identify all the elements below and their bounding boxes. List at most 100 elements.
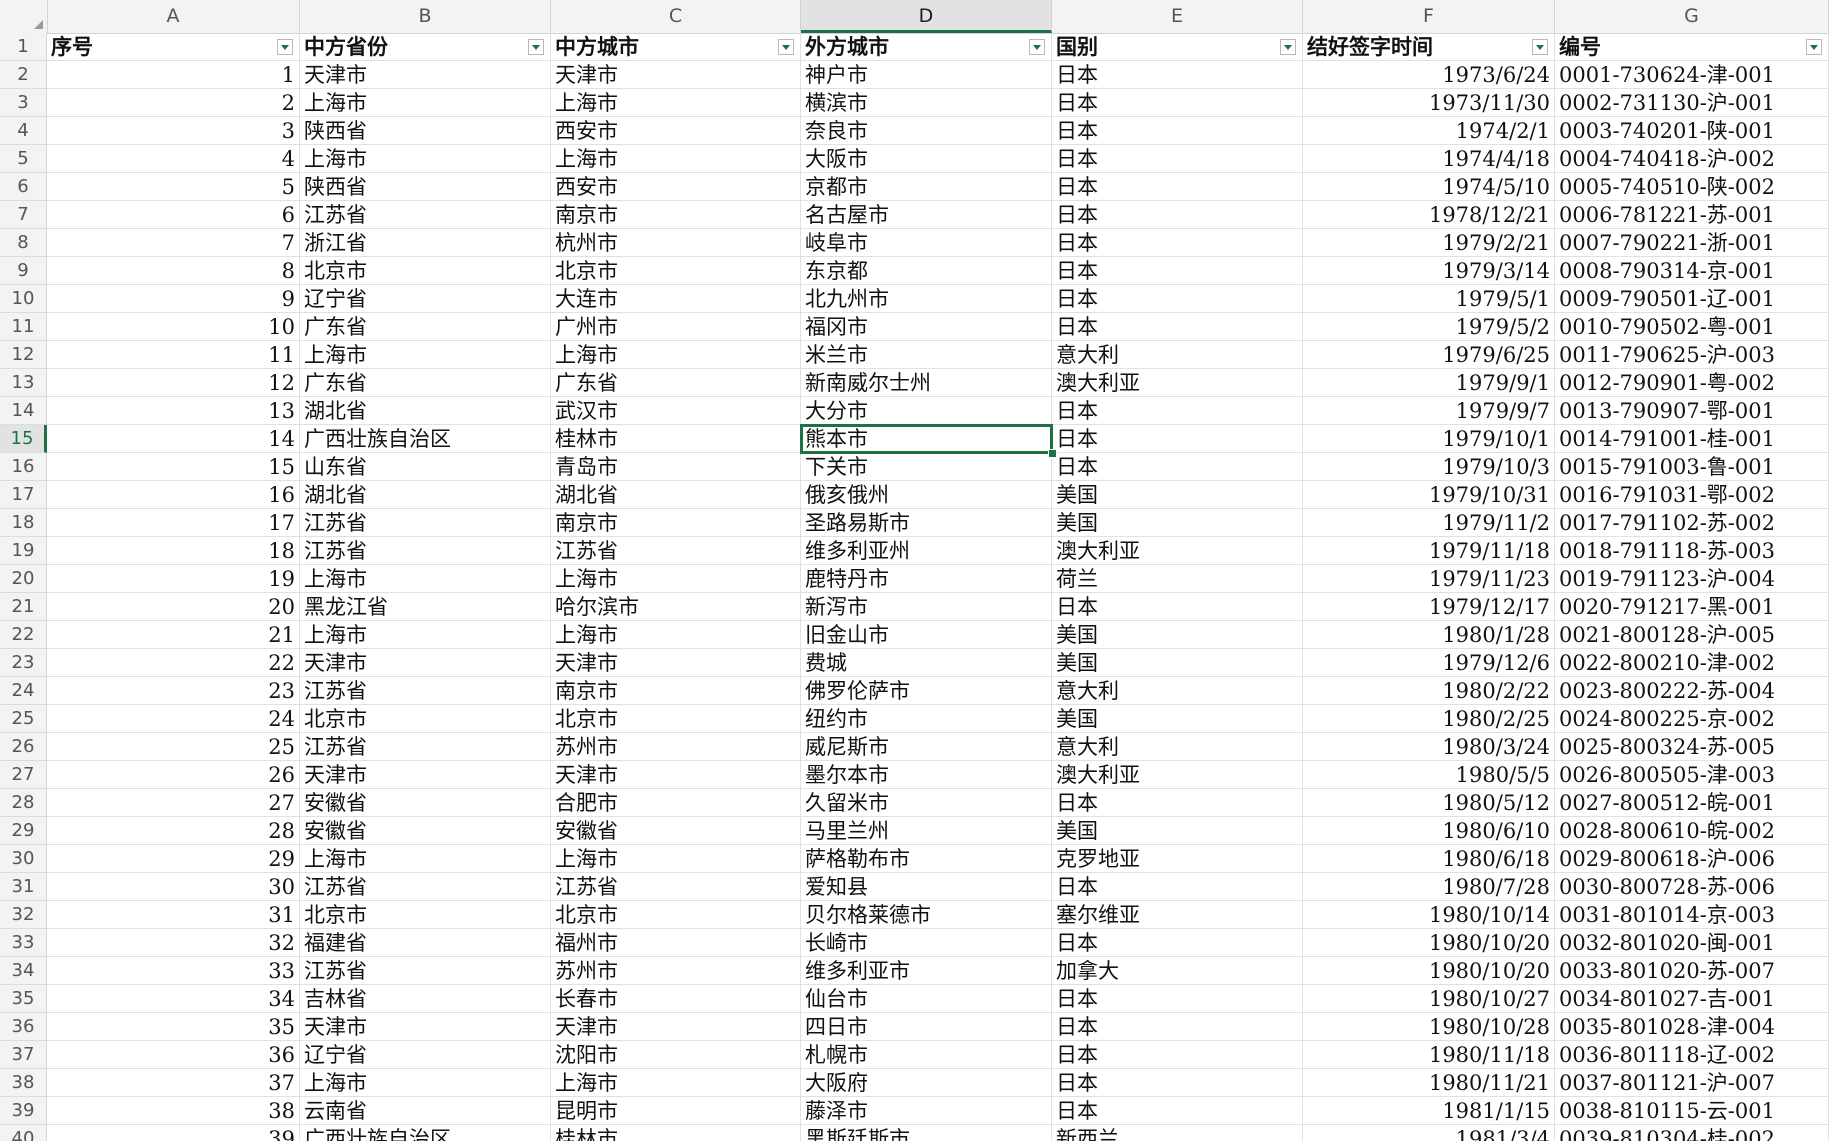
cell-cn-city[interactable]: 武汉市: [551, 397, 801, 425]
cell-seq[interactable]: 37: [47, 1069, 300, 1097]
cell-cn-city[interactable]: 安徽省: [551, 817, 801, 845]
cell-code[interactable]: 0038-810115-云-001: [1555, 1097, 1829, 1125]
cell-seq[interactable]: 18: [47, 537, 300, 565]
cell-province[interactable]: 湖北省: [300, 397, 551, 425]
cell-sign-date[interactable]: 1980/10/14: [1303, 901, 1555, 929]
cell-code[interactable]: 0039-810304-桂-002: [1555, 1125, 1829, 1141]
cell-country[interactable]: 新西兰: [1052, 1125, 1303, 1141]
cell-code[interactable]: 0007-790221-浙-001: [1555, 229, 1829, 257]
cell-sign-date[interactable]: 1979/11/2: [1303, 509, 1555, 537]
cell-code[interactable]: 0009-790501-辽-001: [1555, 285, 1829, 313]
cell-seq[interactable]: 38: [47, 1097, 300, 1125]
cell-foreign-city[interactable]: 新南威尔士州: [801, 369, 1052, 397]
cell-country[interactable]: 日本: [1052, 453, 1303, 481]
row-header-18[interactable]: 18: [0, 509, 47, 537]
cell-cn-city[interactable]: 昆明市: [551, 1097, 801, 1125]
row-header-23[interactable]: 23: [0, 649, 47, 677]
cell-province[interactable]: 江苏省: [300, 677, 551, 705]
cell-code[interactable]: 0013-790907-鄂-001: [1555, 397, 1829, 425]
cell-foreign-city[interactable]: 鹿特丹市: [801, 565, 1052, 593]
row-header-24[interactable]: 24: [0, 677, 47, 705]
cell-country[interactable]: 日本: [1052, 145, 1303, 173]
cell-country[interactable]: 澳大利亚: [1052, 369, 1303, 397]
cell-cn-city[interactable]: 天津市: [551, 1013, 801, 1041]
cell-province[interactable]: 安徽省: [300, 789, 551, 817]
row-header-35[interactable]: 35: [0, 985, 47, 1013]
cell-seq[interactable]: 30: [47, 873, 300, 901]
row-header-36[interactable]: 36: [0, 1013, 47, 1041]
cell-country[interactable]: 美国: [1052, 817, 1303, 845]
cell-province[interactable]: 广东省: [300, 369, 551, 397]
column-header-d[interactable]: D: [801, 0, 1052, 33]
cell-province[interactable]: 云南省: [300, 1097, 551, 1125]
cell-country[interactable]: 塞尔维亚: [1052, 901, 1303, 929]
cell-foreign-city[interactable]: 大阪府: [801, 1069, 1052, 1097]
cell-foreign-city[interactable]: 纽约市: [801, 705, 1052, 733]
cell-foreign-city[interactable]: 藤泽市: [801, 1097, 1052, 1125]
cell-foreign-city[interactable]: 费城: [801, 649, 1052, 677]
cell-country[interactable]: 日本: [1052, 1069, 1303, 1097]
row-header-22[interactable]: 22: [0, 621, 47, 649]
row-header-6[interactable]: 6: [0, 173, 47, 201]
cell-foreign-city[interactable]: 米兰市: [801, 341, 1052, 369]
spreadsheet-grid[interactable]: A B C D E F G 1 序号 中方省份 中方城市 外方城市 国别 结好签字时间 编号 2 1 天津市 天津市…: [0, 0, 1829, 1141]
cell-foreign-city[interactable]: 岐阜市: [801, 229, 1052, 257]
cell-country[interactable]: 日本: [1052, 61, 1303, 89]
cell-cn-city[interactable]: 上海市: [551, 1069, 801, 1097]
cell-foreign-city[interactable]: 四日市: [801, 1013, 1052, 1041]
cell-cn-city[interactable]: 苏州市: [551, 733, 801, 761]
cell-sign-date[interactable]: 1980/11/21: [1303, 1069, 1555, 1097]
cell-sign-date[interactable]: 1973/11/30: [1303, 89, 1555, 117]
filter-dropdown-icon[interactable]: [528, 39, 544, 55]
cell-province[interactable]: 辽宁省: [300, 285, 551, 313]
select-all-corner[interactable]: [0, 0, 48, 33]
cell-cn-city[interactable]: 上海市: [551, 621, 801, 649]
cell-province[interactable]: 辽宁省: [300, 1041, 551, 1069]
cell-code[interactable]: 0012-790901-粤-002: [1555, 369, 1829, 397]
cell-country[interactable]: 加拿大: [1052, 957, 1303, 985]
cell-sign-date[interactable]: 1979/12/17: [1303, 593, 1555, 621]
cell-foreign-city[interactable]: 奈良市: [801, 117, 1052, 145]
cell-sign-date[interactable]: 1981/3/4: [1303, 1125, 1555, 1141]
cell-seq[interactable]: 14: [47, 425, 300, 453]
cell-sign-date[interactable]: 1979/2/21: [1303, 229, 1555, 257]
cell-seq[interactable]: 39: [47, 1125, 300, 1141]
filter-dropdown-icon[interactable]: [1029, 39, 1045, 55]
cell-cn-city[interactable]: 上海市: [551, 565, 801, 593]
cell-seq[interactable]: 17: [47, 509, 300, 537]
cell-cn-city[interactable]: 哈尔滨市: [551, 593, 801, 621]
cell-seq[interactable]: 1: [47, 61, 300, 89]
row-header-4[interactable]: 4: [0, 117, 47, 145]
row-header-14[interactable]: 14: [0, 397, 47, 425]
cell-cn-city[interactable]: 上海市: [551, 341, 801, 369]
cell-cn-city[interactable]: 上海市: [551, 145, 801, 173]
cell-country[interactable]: 日本: [1052, 89, 1303, 117]
cell-sign-date[interactable]: 1979/6/25: [1303, 341, 1555, 369]
cell-country[interactable]: 日本: [1052, 201, 1303, 229]
cell-province[interactable]: 陕西省: [300, 173, 551, 201]
row-header-17[interactable]: 17: [0, 481, 47, 509]
cell-cn-city[interactable]: 江苏省: [551, 873, 801, 901]
cell-code[interactable]: 0031-801014-京-003: [1555, 901, 1829, 929]
row-header-15[interactable]: 15: [0, 425, 47, 453]
cell-foreign-city[interactable]: 北九州市: [801, 285, 1052, 313]
row-header-20[interactable]: 20: [0, 565, 47, 593]
cell-province[interactable]: 福建省: [300, 929, 551, 957]
cell-seq[interactable]: 16: [47, 481, 300, 509]
cell-code[interactable]: 0034-801027-吉-001: [1555, 985, 1829, 1013]
cell-province[interactable]: 天津市: [300, 1013, 551, 1041]
cell-code[interactable]: 0003-740201-陕-001: [1555, 117, 1829, 145]
cell-country[interactable]: 克罗地亚: [1052, 845, 1303, 873]
cell-province[interactable]: 上海市: [300, 1069, 551, 1097]
cell-province[interactable]: 上海市: [300, 621, 551, 649]
cell-foreign-city[interactable]: 京都市: [801, 173, 1052, 201]
cell-seq[interactable]: 24: [47, 705, 300, 733]
cell-seq[interactable]: 26: [47, 761, 300, 789]
cell-country[interactable]: 日本: [1052, 229, 1303, 257]
cell-sign-date[interactable]: 1980/1/28: [1303, 621, 1555, 649]
cell-code[interactable]: 0032-801020-闽-001: [1555, 929, 1829, 957]
cell-seq[interactable]: 5: [47, 173, 300, 201]
cell-sign-date[interactable]: 1980/10/20: [1303, 957, 1555, 985]
row-header-1[interactable]: 1: [0, 33, 47, 61]
cell-cn-city[interactable]: 苏州市: [551, 957, 801, 985]
